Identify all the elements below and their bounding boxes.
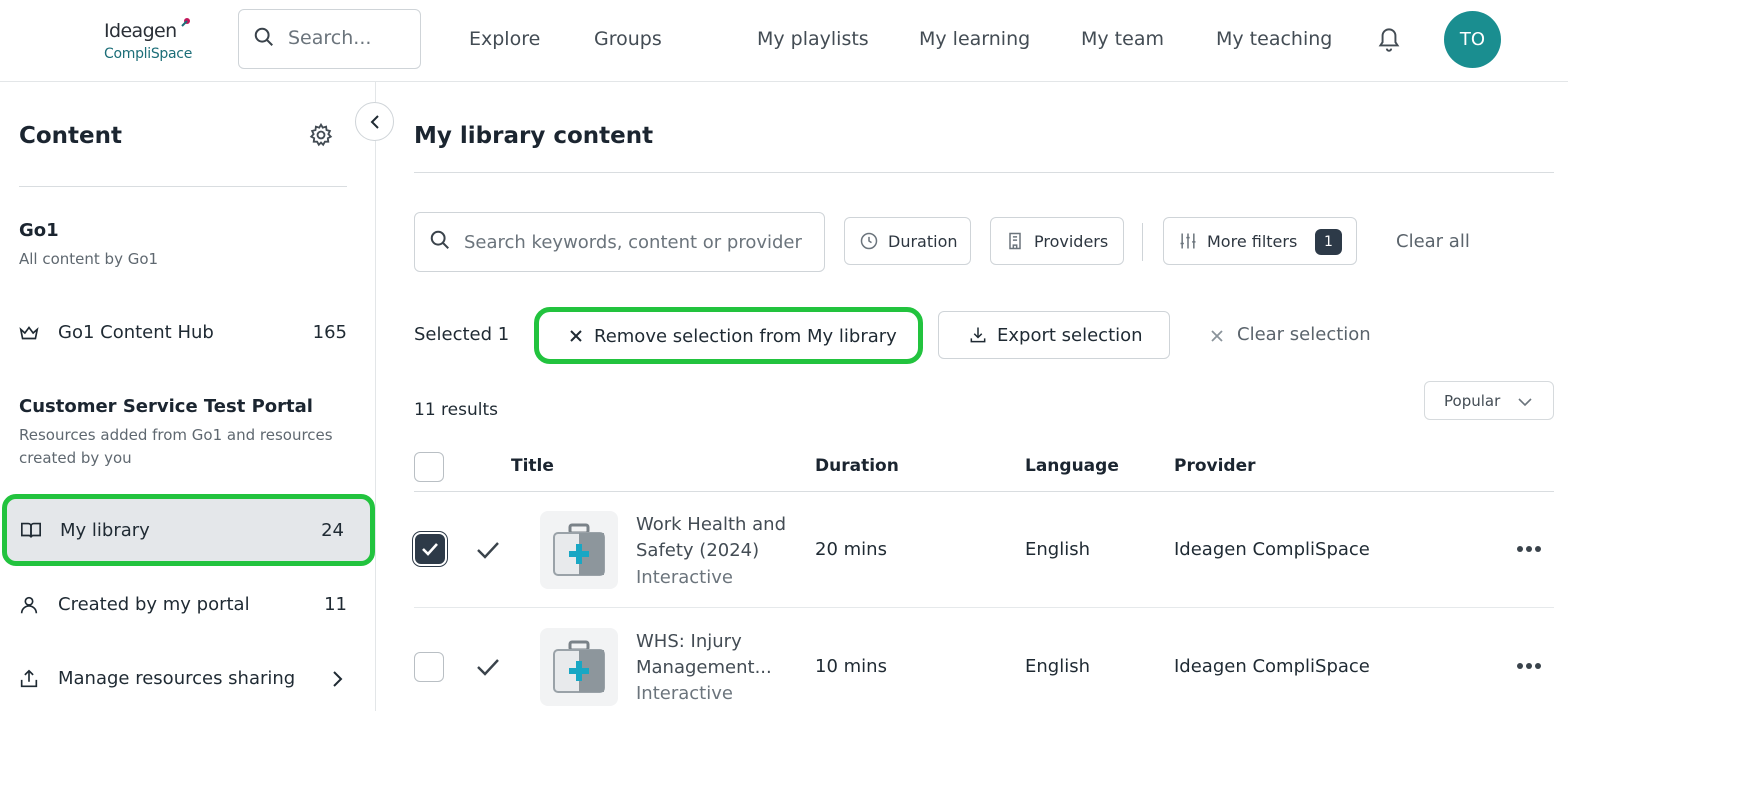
more-filters-count-badge: 1	[1315, 229, 1342, 255]
duration-filter-button[interactable]: Duration	[844, 217, 971, 265]
chevron-right-icon	[333, 671, 343, 687]
bell-icon[interactable]	[1376, 24, 1402, 54]
top-header: Ideagen CompliSpace Search... Explore Gr…	[0, 0, 1568, 82]
sliders-icon	[1180, 233, 1196, 249]
more-options-icon[interactable]	[1516, 662, 1542, 670]
course-provider: Ideagen CompliSpace	[1174, 539, 1370, 560]
crown-icon	[19, 326, 39, 340]
nav-explore[interactable]: Explore	[469, 28, 540, 50]
page-title: My library content	[414, 123, 654, 149]
course-language: English	[1025, 656, 1090, 677]
course-title[interactable]: WHS: Injury Management...	[636, 629, 806, 681]
first-aid-kit-icon	[553, 523, 605, 576]
column-header-provider[interactable]: Provider	[1174, 456, 1256, 476]
chevron-left-icon	[370, 114, 379, 129]
course-type: Interactive	[636, 683, 733, 704]
nav-my-teaching[interactable]: My teaching	[1216, 28, 1332, 50]
first-aid-kit-icon	[553, 640, 605, 693]
go1-section-subtitle: All content by Go1	[19, 250, 159, 268]
sort-dropdown[interactable]: Popular	[1424, 381, 1554, 420]
close-icon	[1211, 330, 1223, 342]
main-divider	[414, 172, 1554, 173]
select-all-checkbox[interactable]	[414, 452, 444, 482]
sidebar-item-my-library[interactable]: My library 24	[2, 494, 375, 566]
table-header-divider	[414, 491, 1554, 492]
results-count: 11 results	[414, 400, 498, 420]
export-selection-button[interactable]: Export selection	[938, 311, 1170, 359]
column-header-title[interactable]: Title	[511, 456, 554, 476]
user-avatar[interactable]: TO	[1444, 11, 1501, 68]
checkmark-icon	[422, 543, 438, 556]
course-duration: 10 mins	[815, 656, 887, 677]
clock-icon	[860, 232, 878, 250]
portal-section-title: Customer Service Test Portal	[19, 396, 313, 417]
gear-icon[interactable]	[308, 122, 334, 148]
download-icon	[970, 327, 986, 343]
collapse-sidebar-button[interactable]	[355, 102, 394, 141]
clear-all-link[interactable]: Clear all	[1396, 231, 1470, 252]
more-filters-button[interactable]: More filters 1	[1163, 217, 1357, 265]
course-provider: Ideagen CompliSpace	[1174, 656, 1370, 677]
sidebar-item-go1-content-hub[interactable]: Go1 Content Hub 165	[0, 304, 376, 364]
column-header-language[interactable]: Language	[1025, 456, 1119, 476]
providers-filter-button[interactable]: Providers	[990, 217, 1124, 265]
course-type: Interactive	[636, 567, 733, 588]
selected-count: Selected 1	[414, 324, 510, 345]
course-language: English	[1025, 539, 1090, 560]
nav-my-learning[interactable]: My learning	[919, 28, 1030, 50]
share-icon	[20, 669, 38, 688]
row-checkbox[interactable]	[414, 652, 444, 682]
book-icon	[21, 522, 41, 538]
nav-groups[interactable]: Groups	[594, 28, 662, 50]
filter-separator	[1142, 223, 1143, 261]
row-divider	[414, 607, 1554, 608]
sidebar-item-created-by-my-portal[interactable]: Created by my portal 11	[0, 576, 376, 636]
portal-section-subtitle: Resources added from Go1 and resources c…	[19, 426, 333, 467]
added-check-icon	[477, 659, 499, 676]
ideagen-logo[interactable]: Ideagen CompliSpace	[104, 14, 204, 66]
course-title[interactable]: Work Health and Safety (2024)	[636, 512, 806, 564]
sidebar-title: Content	[19, 123, 123, 149]
course-thumbnail[interactable]	[540, 628, 618, 706]
building-icon	[1009, 232, 1021, 250]
logo-mark-icon	[181, 18, 190, 27]
library-search-input[interactable]: Search keywords, content or provider	[414, 212, 825, 272]
added-check-icon	[477, 542, 499, 559]
content-sidebar: Content Go1 All content by Go1 Go1 Conte…	[0, 82, 376, 711]
course-thumbnail[interactable]	[540, 511, 618, 589]
row-checkbox[interactable]	[415, 534, 445, 564]
more-options-icon[interactable]	[1516, 545, 1542, 553]
search-icon	[430, 230, 449, 249]
nav-my-team[interactable]: My team	[1081, 28, 1164, 50]
column-header-duration[interactable]: Duration	[815, 456, 899, 476]
global-search-input[interactable]: Search...	[238, 9, 421, 69]
search-icon	[254, 27, 273, 46]
sidebar-item-manage-resources-sharing[interactable]: Manage resources sharing	[0, 650, 376, 710]
user-icon	[20, 596, 38, 614]
course-duration: 20 mins	[815, 539, 887, 560]
close-icon	[570, 330, 582, 342]
remove-selection-button[interactable]: Remove selection from My library	[534, 307, 923, 364]
go1-section-title: Go1	[19, 220, 59, 241]
nav-my-playlists[interactable]: My playlists	[757, 28, 869, 50]
sidebar-divider	[19, 186, 347, 187]
chevron-down-icon	[1518, 398, 1532, 407]
